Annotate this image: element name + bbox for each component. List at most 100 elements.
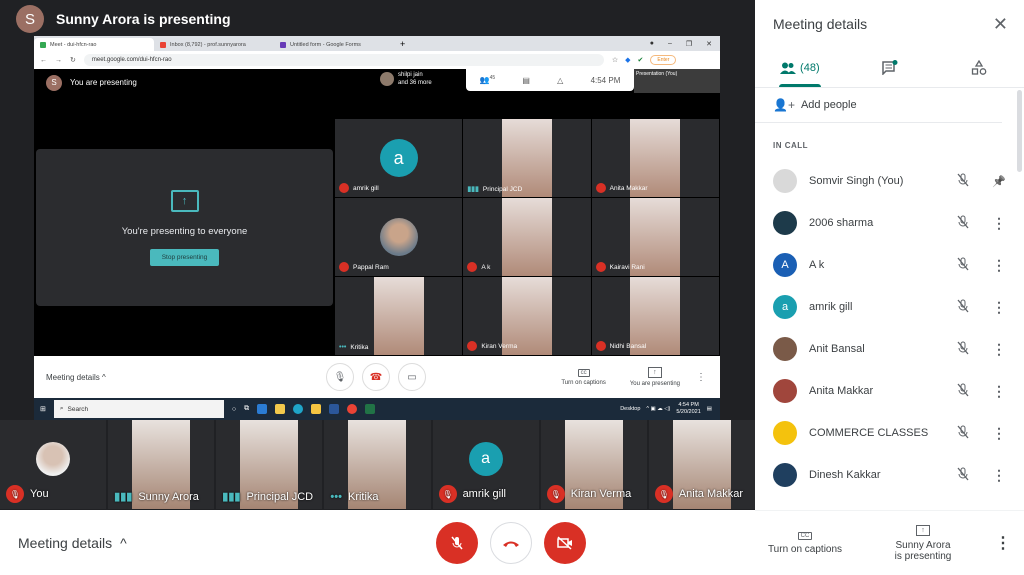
close-window-icon[interactable]: ✕ xyxy=(706,40,712,48)
tab-chat[interactable] xyxy=(845,48,935,87)
activities-icon[interactable]: △ xyxy=(557,76,563,85)
participant-tile[interactable]: ••• Kritika xyxy=(335,277,463,355)
participant-tile[interactable]: Nidhi Bansal xyxy=(591,277,719,355)
participant-row[interactable]: Anita Makkar ⋮ xyxy=(755,370,1024,412)
inner-meeting-details-button[interactable]: Meeting details ^ xyxy=(34,373,326,382)
browser-tab-strip: Meet - dui-hfcn-rao Inbox (8,792) - prof… xyxy=(34,36,720,51)
participant-row[interactable]: 2006 sharma ⋮ xyxy=(755,202,1024,244)
close-icon[interactable]: ✕ xyxy=(993,14,1008,35)
edge-app-icon[interactable] xyxy=(293,404,304,414)
participant-tile[interactable]: ▮▮▮ Sunny Arora xyxy=(108,420,215,509)
mic-off-icon xyxy=(451,536,463,549)
notifications-icon[interactable]: ▤ xyxy=(707,406,712,412)
inner-captions-button[interactable]: cc Turn on captions xyxy=(561,368,606,386)
browser-tab-meet[interactable]: Meet - dui-hfcn-rao xyxy=(34,38,154,51)
more-options-icon[interactable]: ⋮ xyxy=(981,215,1017,232)
url-input[interactable]: meet.google.com/dui-hfcn-rao xyxy=(83,54,604,66)
inner-leave-button[interactable]: ☎ xyxy=(362,363,390,391)
participant-row[interactable]: Anit Bansal ⋮ xyxy=(755,328,1024,370)
participant-tile[interactable]: A k xyxy=(463,198,591,276)
leave-call-button[interactable] xyxy=(490,521,532,564)
more-options-icon[interactable]: ⋮ xyxy=(981,341,1017,358)
captions-button[interactable]: CC Turn on captions xyxy=(755,531,855,555)
inner-more-options-icon[interactable]: ⋮ xyxy=(696,372,706,383)
add-people-button[interactable]: 👤+ Add people xyxy=(755,88,1002,123)
participant-row[interactable]: a amrik gill ⋮ xyxy=(755,286,1024,328)
participant-tile[interactable]: 🎙 Anita Makkar xyxy=(648,420,755,509)
minimize-icon[interactable]: – xyxy=(668,40,672,48)
presentation-status-button[interactable]: ↑ Sunny Arora is presenting xyxy=(855,524,991,562)
more-options-icon[interactable]: ⋮ xyxy=(981,383,1017,400)
participant-tile[interactable]: 🎙 You xyxy=(0,420,107,509)
presentation-thumbnail[interactable]: Presentation (You) xyxy=(634,69,720,93)
chrome-app-icon[interactable] xyxy=(347,404,358,414)
participant-tile[interactable]: Anita Makkar xyxy=(591,119,719,197)
browser-tab-forms[interactable]: Untitled form - Google Forms xyxy=(274,38,394,51)
more-options-icon[interactable]: ⋮ xyxy=(981,257,1017,274)
more-options-icon[interactable]: ⋮ xyxy=(981,425,1017,442)
participant-tile[interactable]: a 🎙 amrik gill xyxy=(432,420,539,509)
tab-people[interactable]: (48) xyxy=(755,48,845,87)
participant-row[interactable]: A A k ⋮ xyxy=(755,244,1024,286)
cortana-icon[interactable]: ○ xyxy=(232,406,236,413)
participant-row[interactable]: Dinesh Kakkar ⋮ xyxy=(755,454,1024,496)
windows-start-icon[interactable]: ⊞ xyxy=(40,405,46,413)
participant-tile[interactable]: Pappal Ram xyxy=(335,198,463,276)
meeting-details-button[interactable]: Meeting details ^ xyxy=(0,535,436,551)
enter-button[interactable]: Enter xyxy=(650,55,677,65)
inner-presenting-button[interactable]: ↑ You are presenting xyxy=(630,367,680,387)
inner-participant-grid: a amrik gill ▮▮▮ Principal JCD Anita Makkar P… xyxy=(335,119,719,355)
participant-tile[interactable]: Kiran Verma xyxy=(463,277,591,355)
you-are-presenting-banner: S You are presenting xyxy=(34,74,137,91)
participant-name: amrik gill xyxy=(809,301,853,313)
mic-off-icon xyxy=(945,425,981,442)
browser-tab-inbox[interactable]: Inbox (8,792) - prof.sunnyarora xyxy=(154,38,274,51)
participant-avatar xyxy=(773,211,797,235)
forward-icon[interactable]: → xyxy=(55,57,62,64)
stop-presenting-button[interactable]: Stop presenting xyxy=(149,248,220,266)
more-options-icon[interactable]: ⋮ xyxy=(995,533,1011,553)
participant-tile[interactable]: ••• Kritika xyxy=(324,420,431,509)
word-app-icon[interactable] xyxy=(329,404,340,414)
inner-camera-button[interactable]: ▭ xyxy=(398,363,426,391)
tab-activities[interactable] xyxy=(934,48,1024,87)
people-icon xyxy=(780,62,797,74)
star-icon[interactable]: ☆ xyxy=(612,56,618,64)
restore-icon[interactable]: ❐ xyxy=(686,40,692,48)
participant-tile[interactable]: ▮▮▮ Principal JCD xyxy=(216,420,323,509)
more-options-icon[interactable]: ⋮ xyxy=(981,299,1017,316)
camera-toggle-button[interactable] xyxy=(544,521,586,564)
excel-app-icon[interactable] xyxy=(365,404,376,414)
tray-icons[interactable]: ^ ▣ ☁ ◁) xyxy=(646,406,670,412)
participant-list-scrollbar[interactable] xyxy=(1017,90,1022,172)
task-view-icon[interactable]: ⧉ xyxy=(244,405,249,413)
reload-icon[interactable]: ↻ xyxy=(70,56,76,64)
participant-tile[interactable]: a amrik gill xyxy=(335,119,463,197)
participant-tile[interactable]: ▮▮▮ Principal JCD xyxy=(463,119,591,197)
new-tab-button[interactable]: + xyxy=(394,39,411,49)
participant-row[interactable]: Somvir Singh (You) 📌 xyxy=(755,160,1024,202)
back-icon[interactable]: ← xyxy=(40,57,47,64)
mail-app-icon[interactable] xyxy=(257,404,268,414)
participant-tile[interactable]: Kairavi Rani xyxy=(591,198,719,276)
explorer-app-icon[interactable] xyxy=(311,404,322,414)
check-icon[interactable]: ✔ xyxy=(638,56,644,64)
microphone-toggle-button[interactable] xyxy=(436,521,478,564)
extension-puzzle-icon[interactable]: ◆ xyxy=(625,56,630,64)
speaking-indicator-icon: ▮▮▮ xyxy=(467,186,479,193)
taskbar-search[interactable]: ⌕ Search xyxy=(53,400,224,418)
participant-filmstrip: 🎙 You ▮▮▮ Sunny Arora ▮▮▮ Principal JCD ••• Kri… xyxy=(0,420,755,509)
store-app-icon[interactable] xyxy=(275,404,286,414)
mic-off-icon xyxy=(945,341,981,358)
people-icon[interactable]: 👥45 xyxy=(480,75,496,85)
clock-text: 4:54 PM xyxy=(590,75,621,85)
chat-icon[interactable]: ▤ xyxy=(522,76,530,85)
more-options-icon[interactable]: ⋮ xyxy=(981,467,1017,484)
participant-tile[interactable]: 🎙 Kiran Verma xyxy=(540,420,647,509)
inner-mic-button[interactable]: 🎙 xyxy=(326,363,354,391)
participant-name-label: ••• Kritika xyxy=(330,491,378,503)
pin-icon[interactable]: 📌 xyxy=(981,175,1017,188)
camera-off-icon xyxy=(557,535,572,550)
participant-row[interactable]: COMMERCE CLASSES ⋮ xyxy=(755,412,1024,454)
participant-avatar xyxy=(773,169,797,193)
